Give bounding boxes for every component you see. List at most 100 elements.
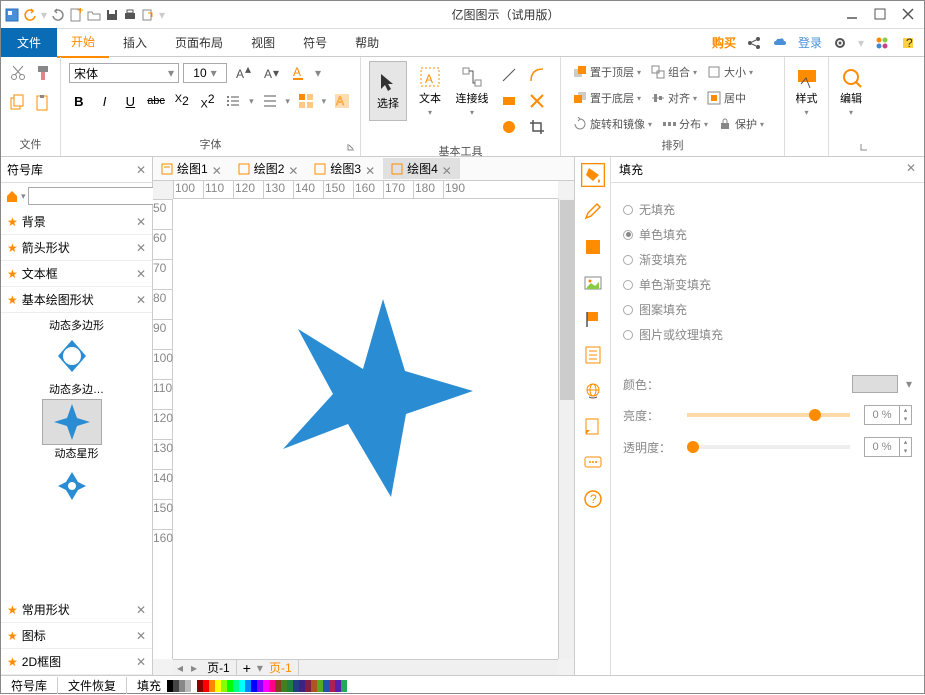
align-btn[interactable]: 对齐▾ — [647, 90, 701, 106]
image-tool-icon[interactable] — [581, 271, 605, 295]
size-btn[interactable]: 大小▾ — [703, 64, 757, 80]
cloud-icon[interactable] — [772, 35, 788, 51]
undo-icon[interactable] — [23, 8, 37, 22]
select-tool[interactable]: 选择 — [369, 61, 407, 121]
arc-icon[interactable] — [525, 63, 549, 87]
note-tool-icon[interactable] — [581, 415, 605, 439]
style-tool[interactable]: 样式▾ — [793, 61, 820, 121]
font-name-select[interactable]: 宋体▾ — [69, 63, 179, 83]
cat-icons[interactable]: ★图标✕ — [1, 623, 152, 649]
maximize-button[interactable] — [874, 8, 888, 22]
close-button[interactable] — [902, 8, 916, 22]
open-icon[interactable] — [87, 8, 101, 22]
shape-polygon[interactable]: 动态多边形 — [42, 317, 112, 379]
canvas[interactable] — [173, 199, 558, 659]
center-btn[interactable]: 居中 — [703, 90, 750, 106]
increase-font-icon[interactable]: A▴ — [231, 61, 255, 85]
line-icon[interactable] — [497, 63, 521, 87]
crop-icon[interactable] — [525, 115, 549, 139]
distribute-btn[interactable]: 分布▾ — [658, 116, 712, 132]
formatpainter-icon[interactable] — [34, 61, 53, 85]
group-btn[interactable]: 组合▾ — [647, 64, 701, 80]
rp-close-icon[interactable]: ✕ — [906, 161, 916, 178]
export-icon[interactable] — [141, 8, 155, 22]
home-icon[interactable] — [5, 189, 19, 203]
edit-launcher-icon[interactable] — [859, 142, 869, 152]
bring-front[interactable]: 置于顶层▾ — [569, 64, 645, 80]
star-shape[interactable] — [283, 299, 473, 497]
share-icon[interactable] — [746, 35, 762, 51]
brightness-spinner[interactable]: 0 %▴▾ — [864, 405, 912, 425]
decrease-font-icon[interactable]: A▾ — [259, 61, 283, 85]
page-tab[interactable]: 页-1 — [201, 660, 237, 675]
cat-basicshapes[interactable]: ★基本绘图形状✕ — [1, 287, 152, 313]
italic-icon[interactable]: I — [95, 89, 115, 113]
fill-pattern[interactable]: 图案填充 — [623, 301, 912, 318]
fill-tool-icon[interactable] — [581, 163, 605, 187]
paste-icon[interactable] — [34, 91, 53, 115]
tab-close-icon[interactable]: ✕ — [288, 164, 298, 174]
connector-tool[interactable]: 连接线 ▾ — [453, 61, 491, 121]
tab-2[interactable]: 绘图2✕ — [230, 158, 307, 179]
cut-icon[interactable] — [9, 61, 28, 85]
color-swatch[interactable] — [852, 375, 898, 393]
ellipse-icon[interactable] — [497, 115, 521, 139]
new-icon[interactable]: + — [69, 8, 83, 22]
cat-common[interactable]: ★常用形状✕ — [1, 597, 152, 623]
color-strip[interactable] — [167, 680, 347, 692]
font-launcher-icon[interactable] — [346, 142, 356, 152]
cat-background[interactable]: ★背景✕ — [1, 209, 152, 235]
fill-solid[interactable]: 单色填充 — [623, 226, 912, 243]
pen-tool-icon[interactable] — [581, 199, 605, 223]
tab-close-icon[interactable]: ✕ — [442, 164, 452, 174]
gear-icon[interactable] — [832, 35, 848, 51]
tab-close-icon[interactable]: ✕ — [212, 164, 222, 174]
text-tool[interactable]: A 文本 ▾ — [411, 61, 449, 121]
sb-filerecover[interactable]: 文件恢复 — [58, 677, 127, 694]
fill-texture[interactable]: 图片或纹理填充 — [623, 326, 912, 343]
tab-1[interactable]: 绘图1✕ — [153, 158, 230, 179]
copy-icon[interactable] — [9, 91, 28, 115]
help-icon[interactable]: ? — [900, 35, 916, 51]
minimize-button[interactable] — [846, 8, 860, 22]
align-icon[interactable] — [296, 89, 316, 113]
tab-close-icon[interactable]: ✕ — [365, 164, 375, 174]
horizontal-scrollbar[interactable]: ◂▸ 页-1 + ▾ 页-1 — [173, 659, 558, 675]
cat-2dbox[interactable]: ★2D框图✕ — [1, 649, 152, 675]
cat-textbox[interactable]: ★文本框✕ — [1, 261, 152, 287]
menu-start[interactable]: 开始 — [57, 27, 109, 58]
color-tool-icon[interactable] — [581, 235, 605, 259]
redo-icon[interactable] — [51, 8, 65, 22]
bullets-icon[interactable] — [223, 89, 243, 113]
bold-icon[interactable]: B — [69, 89, 89, 113]
linespacing-icon[interactable] — [260, 89, 280, 113]
menu-file[interactable]: 文件 — [1, 28, 57, 57]
apps-icon[interactable] — [874, 35, 890, 51]
fill-solidgrad[interactable]: 单色渐变填充 — [623, 276, 912, 293]
fill-gradient[interactable]: 渐变填充 — [623, 251, 912, 268]
tab-3[interactable]: 绘图3✕ — [306, 158, 383, 179]
underline-icon[interactable]: U — [120, 89, 140, 113]
x-shape-icon[interactable] — [525, 89, 549, 113]
flag-tool-icon[interactable] — [581, 307, 605, 331]
help-tool-icon[interactable]: ? — [581, 487, 605, 511]
font-size-select[interactable]: 10▾ — [183, 63, 227, 83]
edit-tool[interactable]: 编辑▾ — [837, 61, 865, 121]
save-icon[interactable] — [105, 8, 119, 22]
list-tool-icon[interactable] — [581, 343, 605, 367]
add-page-icon[interactable]: + — [237, 660, 257, 676]
cat-arrow[interactable]: ★箭头形状✕ — [1, 235, 152, 261]
highlight-icon[interactable]: A — [332, 89, 352, 113]
brightness-slider[interactable] — [687, 413, 850, 417]
buy-link[interactable]: 购买 — [712, 34, 736, 51]
send-back[interactable]: 置于底层▾ — [569, 90, 645, 106]
superscript-icon[interactable]: X2 — [198, 89, 218, 113]
opacity-spinner[interactable]: 0 %▴▾ — [864, 437, 912, 457]
protect-btn[interactable]: 保护▾ — [714, 116, 768, 132]
sb-symbollib[interactable]: 符号库 — [1, 677, 58, 694]
print-icon[interactable] — [123, 8, 137, 22]
shape-polygon2[interactable]: 动态多边… — [42, 381, 112, 397]
fill-none[interactable]: 无填充 — [623, 201, 912, 218]
login-link[interactable]: 登录 — [798, 34, 822, 51]
vertical-scrollbar[interactable] — [558, 199, 574, 659]
